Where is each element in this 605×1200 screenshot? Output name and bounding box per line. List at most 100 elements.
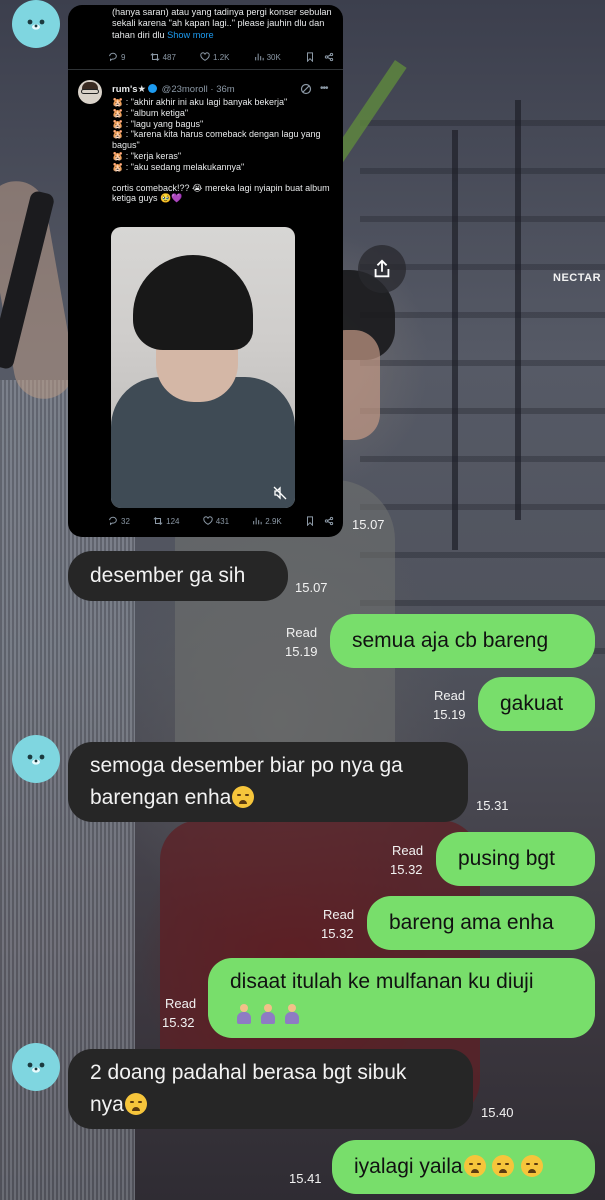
message-text: iyalagi yaila (354, 1155, 463, 1178)
outgoing-message[interactable]: gakuat (478, 677, 595, 731)
incoming-message[interactable]: desember ga sih (68, 551, 288, 601)
bar-chart-icon (253, 517, 262, 525)
bookmark-icon[interactable] (305, 52, 315, 62)
tweet-line: 🐹 : "karena kita harus comeback dengan l… (112, 129, 321, 151)
tweet-closing-text: cortis comeback!?? 😭 mereka lagi nyiapin… (112, 182, 330, 204)
message-text: desember ga sih (90, 564, 246, 587)
contact-avatar[interactable] (12, 735, 60, 783)
repost-action[interactable]: 124 (153, 516, 179, 526)
watermark-text: NECTAR (553, 272, 602, 284)
read-receipt: Read (286, 625, 318, 640)
views-action[interactable]: 30K (254, 52, 281, 62)
avatar-glasses (81, 89, 99, 94)
outgoing-message[interactable]: pusing bgt (436, 832, 595, 886)
like-count: 1.2K (213, 52, 230, 62)
tweet-video[interactable] (111, 227, 295, 508)
bar-chart-icon (254, 53, 264, 61)
incoming-message[interactable]: semoga desember biar po nya ga barengan … (68, 742, 468, 822)
contact-avatar[interactable] (12, 1043, 60, 1091)
outgoing-message[interactable]: bareng ama enha (367, 896, 595, 950)
message-text: pusing bgt (458, 847, 555, 870)
tweet-line: 🐹 : "akhir akhir ini aku lagi banyak bek… (112, 97, 288, 107)
author-name[interactable]: rum's (112, 84, 138, 95)
crying-face-icon (463, 1155, 486, 1177)
reply-icon (109, 52, 117, 62)
views-action[interactable]: 2.9K (252, 516, 282, 526)
message-time: 15.07 (295, 580, 328, 595)
read-receipt: Read (165, 996, 197, 1011)
message-text: 2 doang padahal berasa bgt sibuk (90, 1061, 407, 1084)
mute-icon[interactable] (273, 486, 287, 500)
message-time: 15.32 (390, 862, 423, 877)
crying-face-icon (232, 786, 255, 808)
tweet-time: · 36m (210, 84, 235, 95)
tweet-line: 🐹 : "album ketiga" (112, 107, 189, 118)
message-text: nya (90, 1093, 124, 1116)
reply-count: 32 (121, 516, 130, 526)
message-time: 15.32 (162, 1015, 195, 1030)
tweet-screenshot-message[interactable]: (hanya saran) atau yang tadinya pergi ko… (68, 5, 343, 537)
message-time: 15.19 (285, 644, 318, 659)
repost-icon (153, 516, 163, 526)
share-icon[interactable] (324, 516, 334, 526)
message-text: semua aja cb bareng (352, 629, 549, 652)
emoji-row (230, 1004, 573, 1025)
read-receipt: Read (434, 688, 466, 703)
praying-person-icon (284, 1004, 300, 1024)
view-count: 30K (266, 52, 281, 62)
heart-icon (203, 516, 213, 525)
share-button[interactable] (358, 245, 406, 293)
outgoing-message[interactable]: disaat itulah ke mulfanan ku diuji (208, 958, 595, 1038)
praying-person-icon (260, 1004, 276, 1024)
seal-face-icon (27, 1062, 45, 1073)
reply-action[interactable]: 9 (108, 52, 125, 62)
message-time: 15.07 (352, 517, 385, 532)
stairs-graphic (360, 120, 605, 680)
message-text: semoga desember biar po nya ga (90, 754, 403, 777)
outgoing-message[interactable]: iyalagi yaila (332, 1140, 595, 1194)
like-action[interactable]: 1.2K (200, 52, 230, 62)
author-handle[interactable]: @23moroll (162, 84, 208, 95)
message-text: disaat itulah ke mulfanan ku diuji (230, 970, 534, 993)
bookmark-icon[interactable] (305, 516, 315, 526)
repost-icon (150, 52, 160, 62)
author-avatar[interactable] (78, 80, 102, 104)
message-time: 15.41 (289, 1171, 322, 1186)
reply-action[interactable]: 32 (108, 516, 130, 526)
message-text: gakuat (500, 692, 564, 715)
crying-face-icon (124, 1093, 147, 1115)
like-action[interactable]: 431 (203, 516, 229, 526)
tweet-header: rum's★ @23moroll · 36m (112, 84, 235, 95)
more-options-icon[interactable]: ••• (320, 83, 328, 94)
share-icon[interactable] (324, 52, 334, 62)
repost-count: 124 (166, 516, 180, 526)
like-count: 431 (215, 516, 230, 526)
outgoing-message[interactable]: semua aja cb bareng (330, 614, 595, 668)
message-time: 15.19 (433, 707, 466, 722)
verified-icon (148, 84, 158, 93)
show-more-link[interactable]: Show more (167, 30, 213, 40)
tweet-line: 🐹 : "aku sedang melakukannya" (112, 161, 245, 172)
grok-icon[interactable] (300, 83, 312, 95)
stair-rail (452, 130, 458, 550)
repost-action[interactable]: 487 (150, 52, 176, 62)
previous-tweet-text: (hanya saran) atau yang tadinya pergi ko… (112, 7, 340, 41)
read-receipt: Read (392, 843, 424, 858)
heart-icon (200, 52, 210, 61)
stair-rail (515, 100, 521, 520)
tweet-line: 🐹 : "lagu yang bagus" (112, 118, 204, 129)
tweet-line: 🐹 : "kerja keras" (112, 150, 182, 161)
view-count: 2.9K (265, 516, 282, 526)
message-text: barengan enha (90, 786, 232, 809)
contact-avatar[interactable] (12, 0, 60, 48)
crying-face-icon (492, 1155, 515, 1177)
message-time: 15.32 (321, 926, 354, 941)
previous-tweet-body: (hanya saran) atau yang tadinya pergi ko… (112, 7, 332, 40)
message-text: bareng ama enha (389, 911, 554, 934)
message-time: 15.31 (476, 798, 509, 813)
share-icon (374, 259, 390, 278)
tweet-actions: 32 124 431 2.9K (108, 516, 334, 526)
incoming-message[interactable]: 2 doang padahal berasa bgt sibuk nya (68, 1049, 473, 1129)
divider (68, 69, 343, 70)
video-hair-graphic (133, 255, 253, 350)
